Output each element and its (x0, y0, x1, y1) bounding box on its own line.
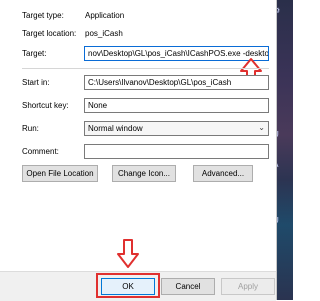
shortcut-key-field[interactable]: None (84, 98, 269, 113)
shortcut-properties-dialog: Target type: Application Target location… (0, 0, 277, 301)
start-in-field[interactable]: C:\Users\Ilvanov\Desktop\GL\pos_iCash (84, 75, 269, 90)
separator (22, 68, 269, 69)
chevron-down-icon: ⌄ (258, 123, 265, 132)
arrow-down-annotation-icon (117, 239, 139, 268)
cancel-button[interactable]: Cancel (161, 278, 215, 295)
apply-button: Apply (221, 278, 275, 295)
change-icon-button[interactable]: Change Icon... (112, 165, 176, 182)
target-location-label: Target location: (22, 29, 77, 38)
run-select[interactable]: Normal window ⌄ (84, 121, 269, 136)
target-location-value: pos_iCash (85, 29, 123, 38)
ok-highlight-box (96, 273, 160, 298)
target-type-value: Application (85, 11, 125, 20)
comment-label: Comment: (22, 147, 59, 156)
shortcut-key-label: Shortcut key: (22, 101, 69, 110)
run-label: Run: (22, 124, 39, 133)
target-type-label: Target type: (22, 11, 64, 20)
comment-field[interactable] (84, 144, 269, 159)
start-in-label: Start in: (22, 78, 50, 87)
target-label: Target: (22, 49, 47, 58)
advanced-button[interactable]: Advanced... (193, 165, 253, 182)
run-select-value: Normal window (88, 124, 143, 133)
open-file-location-button[interactable]: Open File Location (22, 165, 98, 182)
